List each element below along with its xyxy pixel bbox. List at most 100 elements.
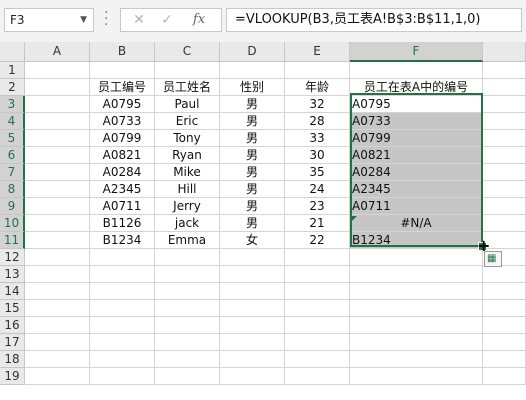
cell-e10[interactable]: 21 [285,215,350,232]
cell-g17[interactable] [483,334,526,351]
cell-c12[interactable] [155,249,220,266]
cell-e17[interactable] [285,334,350,351]
cell-a12[interactable] [25,249,90,266]
cell-a18[interactable] [25,351,90,368]
cell-a13[interactable] [25,266,90,283]
row-header-9[interactable]: 9 [0,198,25,215]
row-header-16[interactable]: 16 [0,317,25,334]
cell-c10[interactable]: jack [155,215,220,232]
cell-g15[interactable] [483,300,526,317]
row-header-10[interactable]: 10 [0,215,25,232]
cell-b15[interactable] [90,300,155,317]
cell-g18[interactable] [483,351,526,368]
cell-f16[interactable] [350,317,483,334]
row-header-1[interactable]: 1 [0,62,25,79]
cell-a4[interactable] [25,113,90,130]
cell-d4[interactable]: 男 [220,113,285,130]
cell-g14[interactable] [483,283,526,300]
insert-function-button[interactable]: fx [187,9,211,31]
cell-f6[interactable]: A0821 [350,147,483,164]
cell-g5[interactable] [483,130,526,147]
cell-c14[interactable] [155,283,220,300]
cell-d1[interactable] [220,62,285,79]
cell-g3[interactable] [483,96,526,113]
cell-f5[interactable]: A0799 [350,130,483,147]
column-header-e[interactable]: E [285,42,350,62]
chevron-down-icon[interactable]: ▼ [80,9,87,31]
cell-c19[interactable] [155,368,220,385]
cell-b10[interactable]: B1126 [90,215,155,232]
cell-g2[interactable] [483,79,526,96]
cell-b14[interactable] [90,283,155,300]
cell-a11[interactable] [25,232,90,249]
cell-g4[interactable] [483,113,526,130]
row-header-7[interactable]: 7 [0,164,25,181]
cell-b5[interactable]: A0799 [90,130,155,147]
cell-f7[interactable]: A0284 [350,164,483,181]
cell-f8[interactable]: A2345 [350,181,483,198]
cell-g13[interactable] [483,266,526,283]
cell-a2[interactable] [25,79,90,96]
cell-c11[interactable]: Emma [155,232,220,249]
cell-e2[interactable]: 年龄 [285,79,350,96]
cell-g16[interactable] [483,317,526,334]
cell-a14[interactable] [25,283,90,300]
cell-d2[interactable]: 性别 [220,79,285,96]
cell-f9[interactable]: A0711 [350,198,483,215]
cell-c3[interactable]: Paul [155,96,220,113]
cell-e12[interactable] [285,249,350,266]
cell-d15[interactable] [220,300,285,317]
row-header-13[interactable]: 13 [0,266,25,283]
select-all-corner[interactable] [0,42,25,62]
cell-e5[interactable]: 33 [285,130,350,147]
cell-b1[interactable] [90,62,155,79]
cell-d10[interactable]: 男 [220,215,285,232]
cell-b2[interactable]: 员工编号 [90,79,155,96]
cell-c13[interactable] [155,266,220,283]
cell-e4[interactable]: 28 [285,113,350,130]
cell-a8[interactable] [25,181,90,198]
name-box[interactable]: F3 ▼ [4,8,94,32]
cell-d18[interactable] [220,351,285,368]
cell-f1[interactable] [350,62,483,79]
cell-c16[interactable] [155,317,220,334]
formula-input[interactable]: =VLOOKUP(B3,员工表A!B$3:B$11,1,0) [226,8,522,32]
cell-d11[interactable]: 女 [220,232,285,249]
cell-d7[interactable]: 男 [220,164,285,181]
cell-c18[interactable] [155,351,220,368]
cell-b19[interactable] [90,368,155,385]
row-header-2[interactable]: 2 [0,79,25,96]
cell-c4[interactable]: Eric [155,113,220,130]
cell-a6[interactable] [25,147,90,164]
cell-e11[interactable]: 22 [285,232,350,249]
cell-g10[interactable] [483,215,526,232]
cell-d12[interactable] [220,249,285,266]
cell-c15[interactable] [155,300,220,317]
cell-a15[interactable] [25,300,90,317]
cell-e7[interactable]: 35 [285,164,350,181]
cell-b18[interactable] [90,351,155,368]
cell-g6[interactable] [483,147,526,164]
row-header-12[interactable]: 12 [0,249,25,266]
row-header-5[interactable]: 5 [0,130,25,147]
cell-d13[interactable] [220,266,285,283]
cell-b11[interactable]: B1234 [90,232,155,249]
cell-e15[interactable] [285,300,350,317]
cell-d3[interactable]: 男 [220,96,285,113]
cell-f17[interactable] [350,334,483,351]
cell-b4[interactable]: A0733 [90,113,155,130]
cell-g8[interactable] [483,181,526,198]
cell-c1[interactable] [155,62,220,79]
cell-g9[interactable] [483,198,526,215]
cell-g19[interactable] [483,368,526,385]
cell-b7[interactable]: A0284 [90,164,155,181]
cell-b12[interactable] [90,249,155,266]
cell-c6[interactable]: Ryan [155,147,220,164]
close-icon[interactable]: ✕ [127,9,151,31]
cell-b8[interactable]: A2345 [90,181,155,198]
cell-f2[interactable]: 员工在表A中的编号 [350,79,483,96]
cell-a1[interactable] [25,62,90,79]
cell-b16[interactable] [90,317,155,334]
column-header-f[interactable]: F [350,42,483,62]
row-header-14[interactable]: 14 [0,283,25,300]
